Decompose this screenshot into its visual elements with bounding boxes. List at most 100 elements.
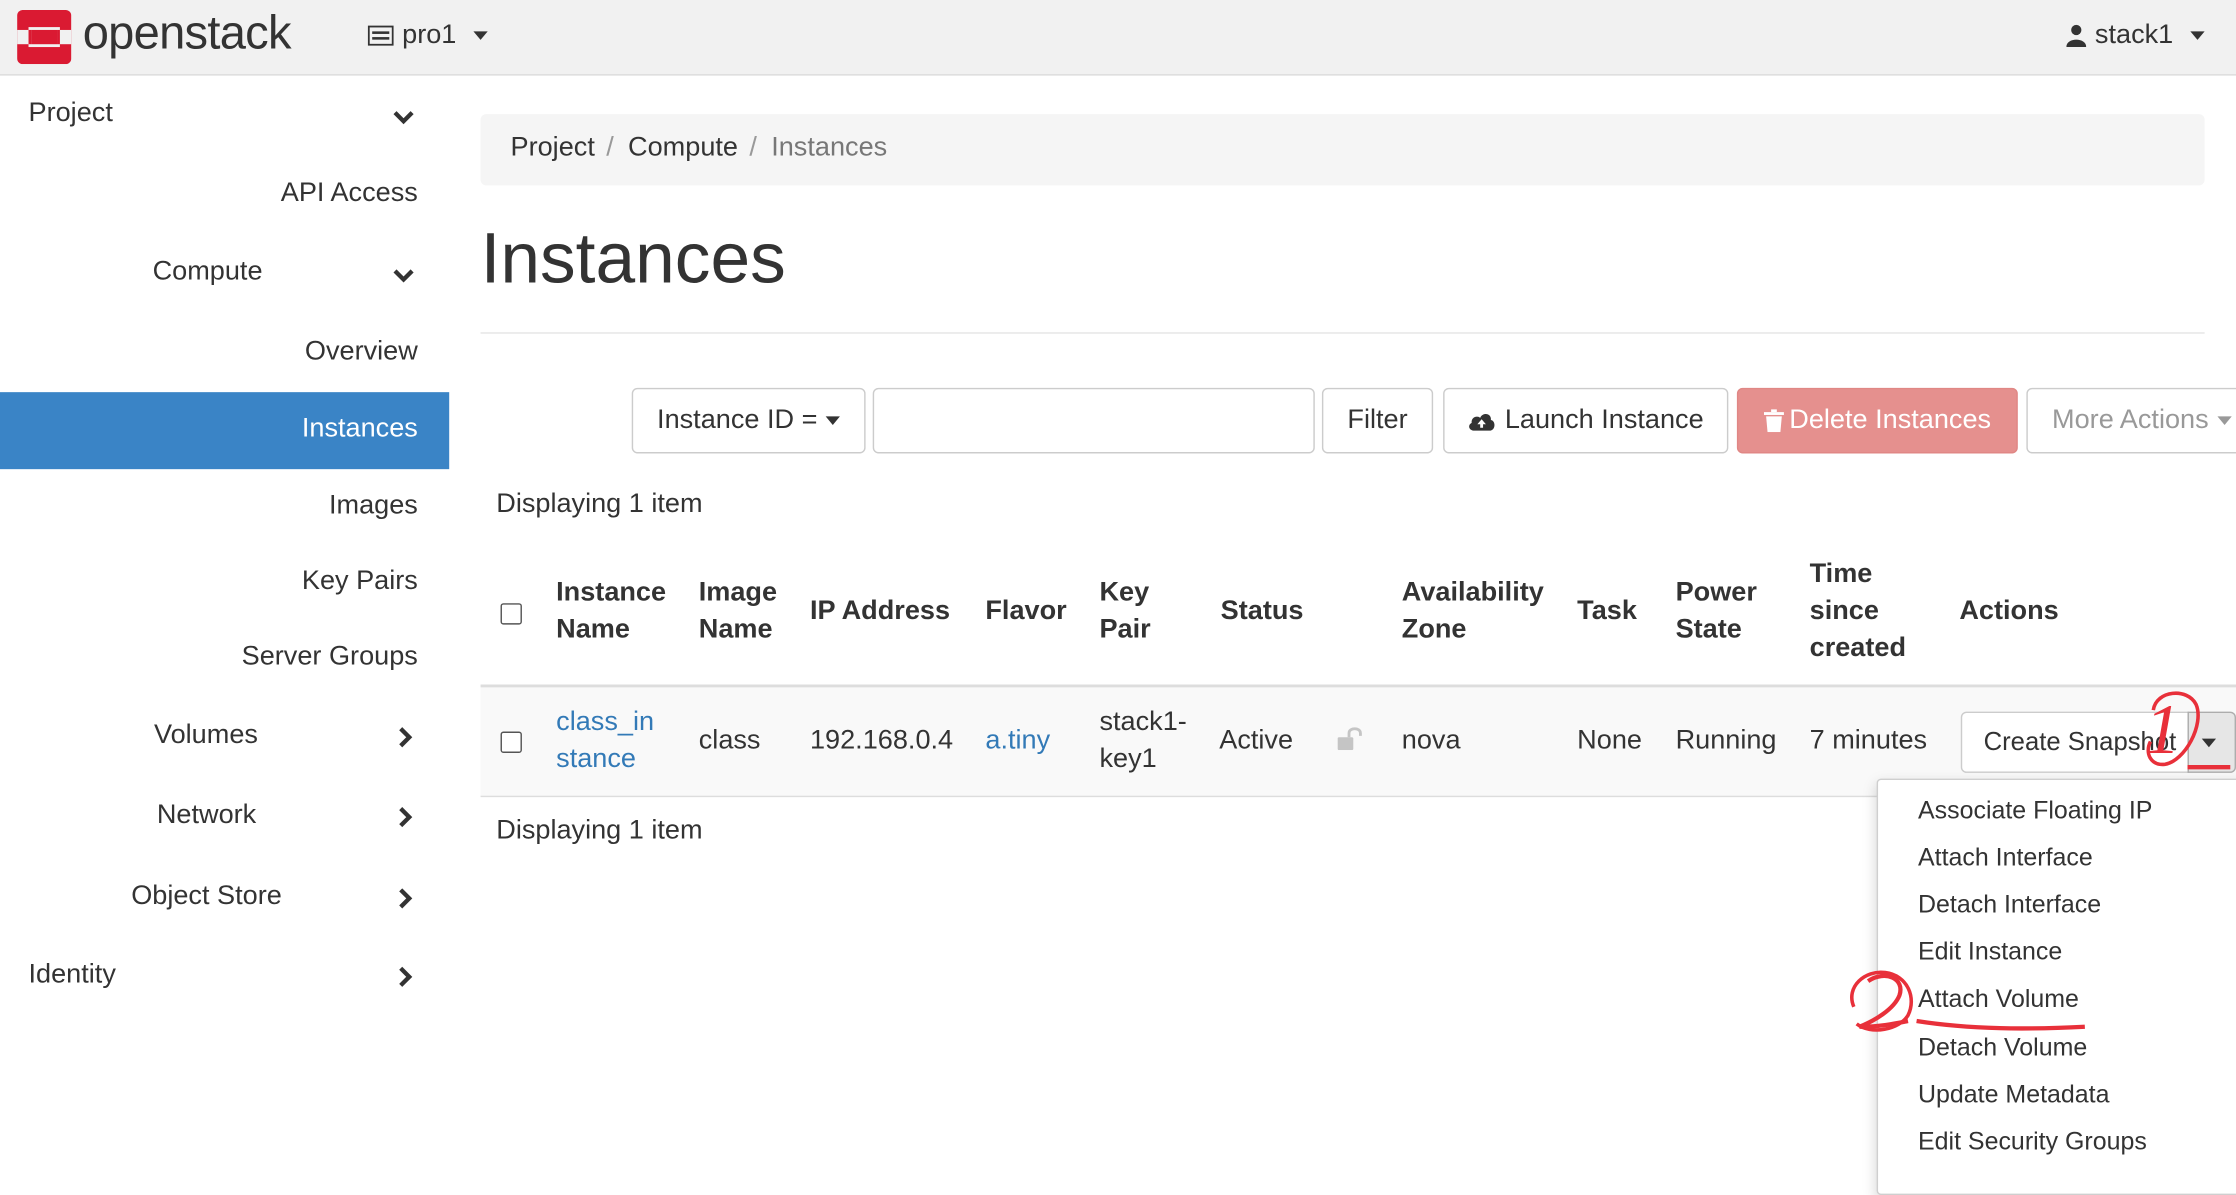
- breadcrumb-separator: /: [749, 132, 757, 163]
- sidebar-item-compute[interactable]: Compute: [153, 257, 263, 288]
- more-actions-button[interactable]: More Actions: [2026, 387, 2236, 454]
- col-availability-zone-line2: Zone: [1401, 614, 1467, 645]
- sidebar-item-identity[interactable]: Identity: [29, 960, 116, 991]
- sidebar-item-instances-label[interactable]: Instances: [302, 414, 418, 445]
- sidebar-item-project[interactable]: Project: [29, 98, 113, 129]
- project-switcher[interactable]: pro1: [367, 19, 488, 51]
- more-actions-label: More Actions: [2052, 404, 2209, 435]
- col-image-name[interactable]: Image Name: [699, 575, 777, 649]
- sidebar-item-images[interactable]: Images: [329, 491, 418, 522]
- col-power-state-line1: Power: [1675, 577, 1757, 608]
- chevron-down-icon[interactable]: [392, 106, 415, 129]
- menu-item-detach-interface[interactable]: Detach Interface: [1918, 890, 2101, 920]
- col-power-state[interactable]: Power State: [1676, 575, 1757, 649]
- flavor-link[interactable]: a.tiny: [985, 723, 1050, 760]
- col-task[interactable]: Task: [1577, 593, 1637, 630]
- menu-item-associate-floating-ip[interactable]: Associate Floating IP: [1918, 796, 2152, 826]
- cell-time-since-created: 7 minutes: [1809, 725, 1928, 756]
- col-key-pair[interactable]: Key Pair: [1099, 575, 1150, 649]
- project-name: pro1: [402, 19, 457, 50]
- project-list-icon: [367, 25, 394, 46]
- col-time-line3: created: [1809, 633, 1907, 664]
- chevron-right-icon[interactable]: [394, 965, 417, 988]
- menu-item-edit-instance[interactable]: Edit Instance: [1918, 937, 2062, 967]
- col-ip-address[interactable]: IP Address: [810, 593, 950, 630]
- col-time-since-created[interactable]: Time since created: [1810, 556, 1906, 667]
- cell-ip-address: 192.168.0.4: [809, 725, 954, 756]
- col-availability-zone-line1: Availability: [1401, 577, 1544, 608]
- caret-down-icon: [825, 416, 841, 425]
- filter-input[interactable]: [872, 387, 1315, 454]
- annotation-number-2: 2: [1842, 964, 1843, 965]
- select-all-checkbox[interactable]: [500, 603, 522, 625]
- col-actions: Actions: [1959, 596, 2059, 627]
- menu-item-update-metadata[interactable]: Update Metadata: [1918, 1079, 2109, 1109]
- launch-instance-label: Launch Instance: [1504, 404, 1704, 435]
- col-key-pair-line2: Pair: [1099, 614, 1151, 645]
- col-availability-zone[interactable]: Availability Zone: [1402, 575, 1544, 649]
- cell-power-state: Running: [1675, 725, 1777, 756]
- cell-availability-zone: nova: [1401, 725, 1461, 756]
- col-key-pair-line1: Key: [1099, 577, 1150, 608]
- user-icon: [2066, 24, 2087, 48]
- divider: [480, 332, 2205, 334]
- chevron-right-icon[interactable]: [394, 726, 417, 749]
- display-count-footer: Displaying 1 item: [496, 815, 703, 846]
- instance-name-line1: class_in: [556, 707, 655, 738]
- instance-name-link[interactable]: class_in stance: [556, 704, 654, 778]
- key-pair-line2: key1: [1099, 744, 1157, 775]
- chevron-right-icon[interactable]: [394, 806, 417, 829]
- brand-name[interactable]: openstack: [83, 6, 292, 60]
- cell-task: None: [1577, 725, 1642, 756]
- delete-instances-label: Delete Instances: [1789, 404, 1992, 435]
- col-image-name-line1: Image: [698, 577, 778, 608]
- col-time-line1: Time: [1809, 558, 1873, 589]
- unlock-icon[interactable]: [1337, 727, 1364, 751]
- sidebar-item-network[interactable]: Network: [157, 800, 256, 831]
- cell-image-name: class: [698, 725, 761, 756]
- caret-down-icon: [2190, 31, 2205, 40]
- annotation-mark-2: 2: [1842, 964, 2085, 1032]
- chevron-right-icon[interactable]: [394, 887, 417, 910]
- user-name: stack1: [2094, 19, 2174, 50]
- breadcrumb-project[interactable]: Project: [511, 133, 595, 164]
- col-status[interactable]: Status: [1221, 593, 1304, 630]
- caret-down-icon: [2217, 416, 2232, 425]
- sidebar-item-server-groups[interactable]: Server Groups: [242, 642, 418, 673]
- divider: [480, 684, 2236, 688]
- cloud-upload-icon: [1469, 414, 1495, 431]
- row-checkbox[interactable]: [500, 731, 522, 753]
- filter-field-select[interactable]: Instance ID =: [631, 387, 866, 454]
- breadcrumb-items: Project / Compute / Instances: [511, 133, 888, 164]
- trash-icon: [1763, 409, 1784, 433]
- sidebar-item-key-pairs[interactable]: Key Pairs: [302, 566, 418, 597]
- filter-button[interactable]: Filter: [1321, 387, 1434, 454]
- cell-status: Active: [1219, 725, 1294, 756]
- top-navbar: [0, 0, 2236, 76]
- sidebar-item-overview[interactable]: Overview: [305, 337, 418, 368]
- display-count: Displaying 1 item: [496, 489, 703, 520]
- caret-down-icon: [473, 31, 488, 40]
- launch-instance-button[interactable]: Launch Instance: [1443, 387, 1729, 454]
- delete-instances-button[interactable]: Delete Instances: [1736, 387, 2018, 454]
- openstack-logo-icon[interactable]: [17, 9, 72, 65]
- chevron-down-icon[interactable]: [392, 264, 415, 287]
- sidebar-item-api-access[interactable]: API Access: [281, 178, 418, 209]
- sidebar-item-volumes[interactable]: Volumes: [154, 720, 258, 751]
- col-instance-name-line2: Name: [556, 614, 630, 645]
- col-flavor[interactable]: Flavor: [985, 593, 1066, 630]
- user-menu[interactable]: stack1: [2066, 19, 2205, 51]
- menu-item-attach-interface[interactable]: Attach Interface: [1918, 843, 2093, 873]
- col-time-line2: since: [1809, 596, 1879, 627]
- col-instance-name[interactable]: Instance Name: [556, 575, 666, 649]
- col-power-state-line2: State: [1675, 614, 1742, 645]
- col-instance-name-line1: Instance: [556, 577, 667, 608]
- menu-item-edit-security-groups[interactable]: Edit Security Groups: [1918, 1127, 2147, 1157]
- annotation-mark-1: 1: [2145, 690, 2231, 770]
- breadcrumb-separator: /: [606, 132, 614, 163]
- breadcrumb-instances: Instances: [771, 132, 888, 163]
- breadcrumb-compute[interactable]: Compute: [628, 133, 738, 164]
- key-pair-line1: stack1-: [1099, 707, 1187, 738]
- cell-key-pair: stack1- key1: [1099, 704, 1186, 778]
- sidebar-item-object-store[interactable]: Object Store: [131, 881, 282, 912]
